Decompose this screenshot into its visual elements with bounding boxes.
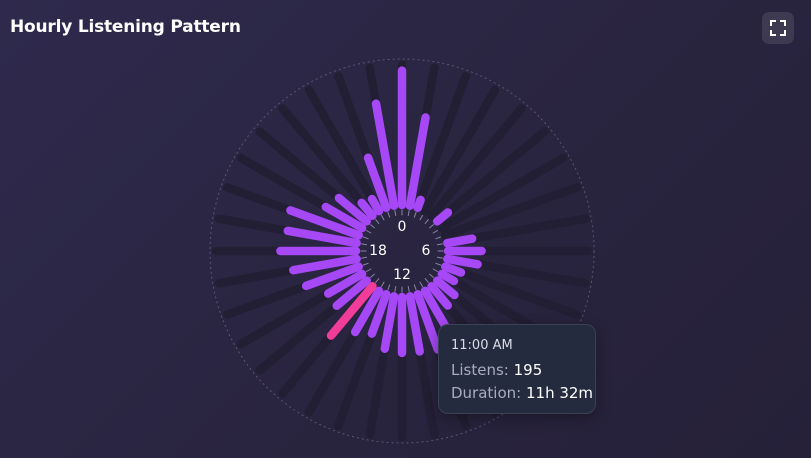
tick-mark bbox=[436, 256, 443, 259]
hour-label: 0 bbox=[398, 219, 407, 235]
tick-mark bbox=[407, 210, 410, 217]
tooltip-duration-label: Duration: bbox=[451, 384, 522, 402]
hour-label: 12 bbox=[393, 267, 411, 283]
tooltip-listens-value: 195 bbox=[513, 361, 543, 379]
hour-label: 18 bbox=[369, 243, 387, 259]
tick-mark bbox=[407, 285, 410, 292]
bar bbox=[432, 208, 453, 226]
tick-mark bbox=[429, 224, 434, 229]
tooltip-listens-row: Listens: 195 bbox=[451, 359, 583, 382]
tick-mark bbox=[361, 256, 368, 259]
tick-mark bbox=[424, 219, 429, 224]
tick-mark bbox=[435, 262, 442, 266]
tick-mark bbox=[370, 273, 375, 278]
tooltip-listens-label: Listens: bbox=[451, 361, 509, 379]
tick-mark bbox=[394, 210, 397, 217]
tick-mark bbox=[362, 262, 369, 266]
tick-mark bbox=[432, 230, 439, 234]
tick-mark bbox=[370, 224, 375, 229]
tick-mark bbox=[387, 211, 391, 218]
tick-mark bbox=[424, 278, 429, 283]
bar bbox=[443, 234, 477, 248]
tick-mark bbox=[413, 211, 417, 218]
tick-mark bbox=[365, 268, 372, 272]
tick-mark bbox=[375, 278, 380, 283]
tooltip-time: 11:00 AM bbox=[451, 338, 513, 353]
bar bbox=[437, 269, 459, 286]
tick-mark bbox=[413, 284, 417, 291]
hour-label: 6 bbox=[422, 243, 431, 259]
tick-mark bbox=[435, 236, 442, 240]
radial-hour-chart: 06 12 18 bbox=[209, 58, 595, 444]
tick-mark bbox=[432, 268, 439, 272]
bar bbox=[440, 262, 466, 277]
tooltip-duration-row: Duration: 11h 32m bbox=[451, 382, 593, 405]
tick-mark bbox=[419, 281, 423, 288]
tooltip-duration-value: 11h 32m bbox=[525, 384, 594, 402]
tooltip: 11:00 AM Listens: 195 Duration: 11h 32m bbox=[438, 324, 596, 414]
tick-mark bbox=[429, 273, 434, 278]
tick-mark bbox=[361, 243, 368, 246]
bar bbox=[443, 254, 482, 269]
tick-mark bbox=[362, 236, 369, 240]
tick-mark bbox=[436, 243, 443, 246]
tick-mark bbox=[381, 214, 385, 221]
tick-mark bbox=[419, 214, 423, 221]
bar bbox=[413, 195, 425, 213]
bar bbox=[367, 194, 384, 216]
tick-mark bbox=[394, 285, 397, 292]
tick-mark bbox=[375, 219, 380, 224]
tick-mark bbox=[365, 230, 372, 234]
tick-mark bbox=[381, 281, 385, 288]
tick-mark bbox=[387, 284, 391, 291]
